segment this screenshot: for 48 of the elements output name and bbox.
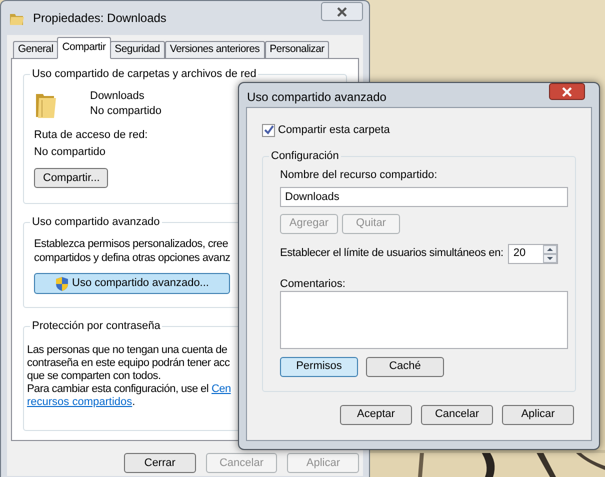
description-text: contraseña en este equipo podrán tener acc bbox=[27, 357, 230, 370]
shield-icon bbox=[55, 276, 70, 292]
field-value: No compartido bbox=[34, 145, 106, 160]
close-icon bbox=[562, 86, 572, 96]
description-text: Para cambiar esta configuración, use el bbox=[27, 383, 210, 396]
checkbox-label: Compartir esta carpeta bbox=[278, 123, 390, 138]
description-text: que se comparten con todos. bbox=[27, 370, 161, 383]
button[interactable]: Permisos bbox=[280, 356, 358, 376]
advanced-sharing-button[interactable]: Uso compartido avanzado... bbox=[34, 273, 230, 294]
tab[interactable]: Compartir bbox=[57, 37, 111, 59]
field-label: Ruta de acceso de red: bbox=[34, 128, 148, 143]
button[interactable]: Cerrar bbox=[124, 453, 196, 473]
comments-field[interactable] bbox=[280, 290, 568, 348]
close-button[interactable] bbox=[321, 2, 363, 21]
field-label: Nombre del recurso compartido: bbox=[280, 168, 438, 182]
group-title: Protección por contraseña bbox=[30, 319, 162, 333]
group-title: Uso compartido de carpetas y archivos de red bbox=[30, 67, 258, 81]
spinner-arrows-icon bbox=[543, 244, 557, 262]
user-limit-spinner[interactable]: 20 bbox=[508, 244, 558, 264]
share-status: No compartido bbox=[90, 104, 162, 119]
link[interactable]: recursos compartidos bbox=[27, 396, 132, 409]
close-button[interactable] bbox=[549, 83, 585, 100]
folder-name: Downloads bbox=[90, 89, 146, 104]
description-text: Las personas que no tengan una cuenta de bbox=[27, 344, 228, 357]
link[interactable]: Cen bbox=[212, 383, 231, 396]
folder-icon bbox=[34, 91, 58, 119]
button[interactable]: Cancelar bbox=[421, 404, 493, 424]
punctuation-text: . bbox=[132, 396, 136, 409]
tab[interactable]: Seguridad bbox=[110, 41, 165, 59]
button[interactable]: Compartir... bbox=[34, 168, 108, 188]
button[interactable]: Aceptar bbox=[340, 404, 412, 424]
window-title: Uso compartido avanzado bbox=[247, 89, 386, 106]
tab[interactable]: General bbox=[13, 41, 58, 59]
description-text: compartidos y defina otras opciones avanz bbox=[34, 251, 230, 265]
group-title: Uso compartido avanzado bbox=[30, 215, 162, 229]
description-text: Establezca permisos personalizados, cree bbox=[34, 237, 228, 251]
field-label: Comentarios: bbox=[280, 276, 346, 290]
tab[interactable]: Versiones anteriores bbox=[164, 41, 265, 59]
check-icon bbox=[264, 125, 274, 136]
button[interactable]: Aplicar bbox=[502, 404, 574, 424]
close-icon bbox=[337, 6, 347, 16]
group-title: Configuración bbox=[269, 148, 341, 162]
button[interactable]: Caché bbox=[366, 356, 444, 376]
tab[interactable]: Personalizar bbox=[264, 41, 330, 59]
field-label: Establecer el límite de usuarios simultáneos en: bbox=[280, 246, 504, 262]
checkbox[interactable] bbox=[262, 124, 275, 137]
window-title: Propiedades: Downloads bbox=[33, 10, 166, 27]
share-name-field[interactable]: Downloads bbox=[280, 186, 568, 206]
